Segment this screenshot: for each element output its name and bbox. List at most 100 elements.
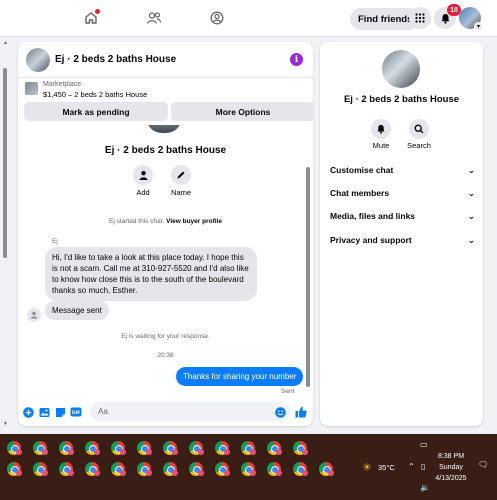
message-input[interactable] <box>90 402 290 421</box>
gif-icon[interactable]: GIF <box>70 406 82 418</box>
chat-started-notice: Ej started this chat. View buyer profile <box>18 218 313 225</box>
chat-header: Ej · 2 beds 2 baths House i <box>18 42 313 78</box>
media-files-links-row[interactable]: Media, files and links ⌄ <box>330 209 475 223</box>
sender-name: Ej <box>52 238 58 245</box>
message-timestamp: 20:38 <box>157 352 174 359</box>
privacy-support-label: Privacy and support <box>330 235 412 245</box>
profile-badge-icon <box>68 449 74 455</box>
incoming-message-2[interactable]: Message sent <box>45 301 109 320</box>
tray-chevron-up-icon[interactable]: ⌃ <box>408 462 415 471</box>
profile-badge-icon <box>42 449 48 455</box>
chat-details-panel: Ej · 2 beds 2 baths House Mute Search Cu… <box>320 42 483 426</box>
profile-badge-icon <box>94 470 100 476</box>
privacy-support-row[interactable]: Privacy and support ⌄ <box>330 233 475 247</box>
scroll-up-arrow-icon[interactable]: ▲ <box>3 40 8 46</box>
outgoing-message[interactable]: Thanks for sharing your number <box>176 367 304 386</box>
weather-temperature[interactable]: 35°C <box>378 463 395 472</box>
thread-avatar <box>146 125 182 133</box>
edit-name-pencil-icon[interactable] <box>171 165 191 185</box>
mute-label: Mute <box>372 141 390 150</box>
menu-grid-icon[interactable] <box>409 7 431 29</box>
profile-badge-icon <box>250 470 256 476</box>
profile-badge-icon <box>42 470 48 476</box>
message-thread[interactable]: Ej · 2 beds 2 baths House Add Name Ej st… <box>18 125 313 395</box>
thumbs-up-icon[interactable] <box>295 406 307 418</box>
profile-badge-icon <box>276 449 282 455</box>
chevron-down-icon: ⌄ <box>467 210 475 221</box>
profile-badge-icon <box>146 470 152 476</box>
chevron-down-icon: ⌄ <box>467 187 475 198</box>
profile-badge-icon <box>172 470 178 476</box>
chat-members-label: Chat members <box>330 188 390 198</box>
profile-badge-icon <box>276 470 282 476</box>
battery-icon[interactable]: ▯ <box>421 462 425 471</box>
chat-panel: Ej · 2 beds 2 baths House i Marketplace … <box>18 42 313 426</box>
details-title: Ej · 2 beds 2 baths House <box>343 94 460 105</box>
profile-badge-icon <box>198 449 204 455</box>
more-options-button[interactable]: More Options <box>171 102 313 121</box>
profile-badge-icon <box>328 470 334 476</box>
home-notification-dot <box>95 9 100 14</box>
profile-badge-icon <box>16 449 22 455</box>
weather-sun-icon[interactable]: ☀ <box>362 461 372 474</box>
profile-badge-icon <box>16 470 22 476</box>
taskbar-day[interactable]: Sunday <box>430 464 472 471</box>
marketplace-listing[interactable]: Marketplace $1,450 – 2 beds 2 baths Hous… <box>18 78 313 102</box>
chat-members-row[interactable]: Chat members ⌄ <box>330 186 475 200</box>
thread-title: Ej · 2 beds 2 baths House <box>104 145 227 156</box>
profile-badge-icon <box>120 449 126 455</box>
taskbar-time[interactable]: 8:38 PM <box>430 453 472 460</box>
chat-title[interactable]: Ej · 2 beds 2 baths House <box>55 54 176 65</box>
listing-thumbnail <box>25 82 38 95</box>
scroll-down-arrow-icon[interactable]: ▼ <box>3 421 8 427</box>
top-navigation: Find friends 18 ▾ <box>0 0 497 37</box>
chat-avatar[interactable] <box>26 48 50 72</box>
chat-started-text: Ej started this chat. <box>109 218 165 225</box>
profile-badge-icon <box>302 449 308 455</box>
customise-chat-row[interactable]: Customise chat ⌄ <box>330 163 475 177</box>
profile-badge-icon <box>198 470 204 476</box>
profile-badge-icon <box>224 470 230 476</box>
chat-scrollbar-thumb[interactable] <box>306 167 310 387</box>
add-label: Add <box>136 188 150 197</box>
network-display-icon[interactable]: ▭ <box>420 440 428 449</box>
friends-icon[interactable] <box>143 7 165 29</box>
details-avatar[interactable] <box>382 50 420 88</box>
mute-bell-icon[interactable] <box>371 119 391 139</box>
profile-badge-icon <box>302 470 308 476</box>
page-scrollbar[interactable]: ▲ ▼ <box>0 38 10 430</box>
profile-badge-icon <box>68 470 74 476</box>
listing-price-title: $1,450 – 2 beds 2 baths House <box>43 90 148 99</box>
page-scrollbar-thumb[interactable] <box>3 68 7 258</box>
groups-icon[interactable] <box>206 7 228 29</box>
plus-circle-icon[interactable] <box>22 406 34 418</box>
profile-badge-icon <box>250 449 256 455</box>
profile-badge-icon <box>120 470 126 476</box>
search-icon[interactable] <box>409 119 429 139</box>
sticker-icon[interactable] <box>54 406 66 418</box>
view-buyer-profile-link[interactable]: View buyer profile <box>166 218 222 225</box>
svg-text:GIF: GIF <box>72 410 80 416</box>
volume-icon[interactable]: 🔉 <box>420 483 430 492</box>
mark-as-pending-button[interactable]: Mark as pending <box>24 102 168 121</box>
media-files-links-label: Media, files and links <box>330 211 416 221</box>
search-label: Search <box>407 141 431 150</box>
taskbar-date[interactable]: 4/13/2025 <box>430 475 472 482</box>
emoji-icon[interactable] <box>274 406 286 418</box>
profile-badge-icon <box>94 449 100 455</box>
sender-avatar-icon[interactable] <box>27 308 41 322</box>
image-icon[interactable] <box>38 406 50 418</box>
chevron-down-icon[interactable]: ▾ <box>474 22 483 31</box>
marketplace-label: Marketplace <box>43 81 82 88</box>
incoming-message[interactable]: Hi, I'd like to take a look at this plac… <box>45 247 257 301</box>
info-icon[interactable]: i <box>290 53 303 66</box>
chevron-down-icon: ⌄ <box>467 164 475 175</box>
chevron-down-icon: ⌄ <box>467 234 475 245</box>
message-composer: GIF <box>18 399 313 426</box>
profile-badge-icon <box>146 449 152 455</box>
waiting-notice: Ej is waiting for your response. <box>121 333 210 340</box>
add-person-icon[interactable] <box>133 165 153 185</box>
customise-chat-label: Customise chat <box>330 165 394 175</box>
name-label: Name <box>170 188 191 197</box>
notification-center-icon[interactable]: 🗨 <box>478 460 488 469</box>
